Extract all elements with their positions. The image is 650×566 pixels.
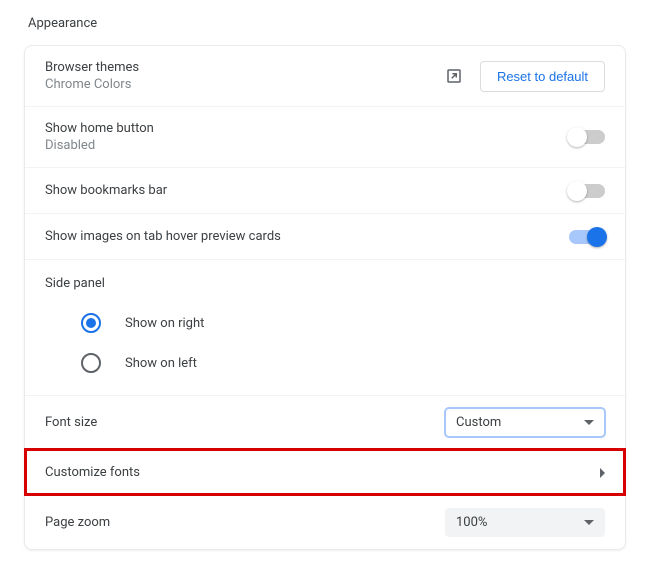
row-home-button: Show home button Disabled xyxy=(25,106,625,167)
browser-themes-label: Browser themes xyxy=(45,60,139,75)
radio-show-on-left[interactable]: Show on left xyxy=(45,343,605,383)
row-font-size: Font size Custom xyxy=(25,395,625,449)
customize-fonts-label: Customize fonts xyxy=(45,465,140,480)
browser-themes-sub: Chrome Colors xyxy=(45,77,139,92)
row-page-zoom: Page zoom 100% xyxy=(25,495,625,549)
reset-to-default-button[interactable]: Reset to default xyxy=(480,61,605,92)
row-tab-hover: Show images on tab hover preview cards xyxy=(25,213,625,259)
dropdown-icon xyxy=(584,520,594,525)
radio-icon xyxy=(81,313,101,333)
side-panel-title: Side panel xyxy=(25,259,625,303)
page-zoom-label: Page zoom xyxy=(45,515,110,530)
tab-hover-label: Show images on tab hover preview cards xyxy=(45,229,281,244)
appearance-section-title: Appearance xyxy=(28,16,626,31)
row-customize-fonts[interactable]: Customize fonts xyxy=(25,449,625,495)
bookmarks-bar-toggle[interactable] xyxy=(569,184,605,198)
home-button-sub: Disabled xyxy=(45,138,154,153)
font-size-label: Font size xyxy=(45,415,97,430)
chevron-right-icon xyxy=(600,468,605,478)
radio-show-on-right[interactable]: Show on right xyxy=(45,303,605,343)
side-panel-radio-group: Show on right Show on left xyxy=(25,303,625,395)
dropdown-icon xyxy=(584,420,594,425)
tab-hover-toggle[interactable] xyxy=(569,230,605,244)
radio-icon xyxy=(81,353,101,373)
row-bookmarks-bar: Show bookmarks bar xyxy=(25,167,625,213)
row-browser-themes: Browser themes Chrome Colors Reset to de… xyxy=(25,46,625,106)
bookmarks-bar-label: Show bookmarks bar xyxy=(45,183,167,198)
home-button-label: Show home button xyxy=(45,121,154,136)
radio-label: Show on left xyxy=(125,356,197,371)
open-external-icon[interactable] xyxy=(444,66,464,86)
font-size-select[interactable]: Custom xyxy=(445,408,605,437)
radio-label: Show on right xyxy=(125,316,204,331)
page-zoom-select[interactable]: 100% xyxy=(445,508,605,537)
appearance-card: Browser themes Chrome Colors Reset to de… xyxy=(24,45,626,550)
page-zoom-value: 100% xyxy=(456,515,487,530)
home-button-toggle[interactable] xyxy=(569,130,605,144)
font-size-value: Custom xyxy=(456,415,501,430)
